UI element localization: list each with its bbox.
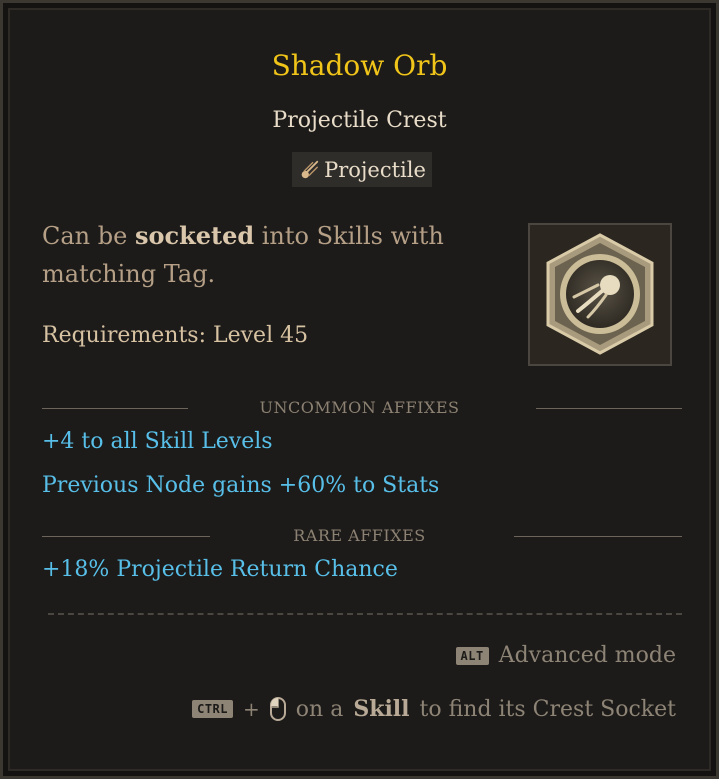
crest-socket-hint: CTRL + on a Skill to find its Crest Sock…: [192, 696, 676, 722]
tooltip-divider: [48, 613, 682, 615]
ctrl-hint-text-pre: on a: [295, 696, 344, 722]
mouse-left-click-icon: [269, 697, 286, 721]
advanced-mode-hint: ALT Advanced mode: [455, 643, 676, 668]
crest-icon: [530, 225, 670, 364]
uncommon-affix-2: Previous Node gains +60% to Stats: [42, 473, 440, 498]
uncommon-affixes-header: UNCOMMON AFFIXES: [259, 398, 460, 417]
item-type: Projectile Crest: [272, 108, 447, 133]
item-requirements: Requirements: Level 45: [42, 323, 309, 348]
skill-tag-badge: Projectile: [292, 152, 432, 187]
description-keyword: socketed: [134, 221, 255, 250]
plus-sign: +: [243, 697, 260, 721]
item-description: Can be socketed into Skills with matchin…: [42, 217, 482, 293]
skill-tag-label: Projectile: [324, 157, 426, 182]
item-name: Shadow Orb: [271, 49, 448, 82]
item-icon-frame: [528, 223, 672, 366]
advanced-mode-text: Advanced mode: [498, 643, 676, 668]
rare-affix-1: +18% Projectile Return Chance: [42, 557, 398, 582]
rare-affixes-header: RARE AFFIXES: [293, 526, 426, 545]
description-text-pre: Can be: [42, 222, 135, 250]
ctrl-hint-text-post: to find its Crest Socket: [419, 696, 676, 722]
ctrl-key-badge: CTRL: [192, 700, 234, 718]
uncommon-affix-1: +4 to all Skill Levels: [42, 429, 273, 454]
alt-key-badge: ALT: [455, 646, 489, 665]
comet-icon: [301, 160, 319, 178]
item-tooltip: Shadow Orb Projectile Crest Projectile C…: [0, 0, 719, 779]
ctrl-hint-keyword: Skill: [353, 696, 410, 722]
